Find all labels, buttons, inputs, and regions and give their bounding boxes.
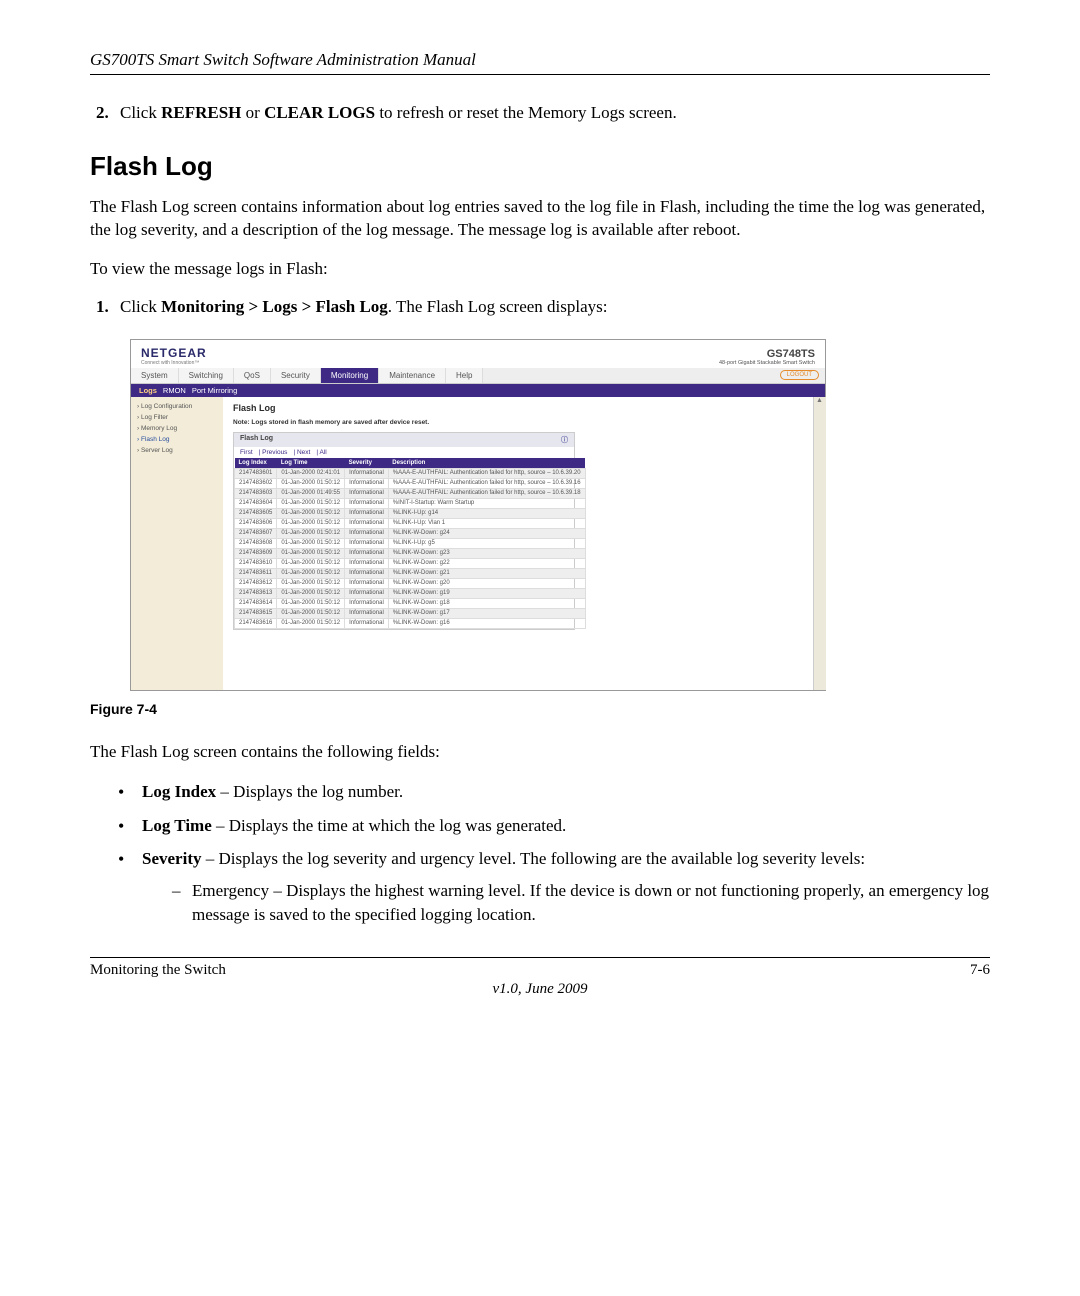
fields-lead: The Flash Log screen contains the follow… <box>90 741 990 764</box>
tab-security[interactable]: Security <box>271 368 321 383</box>
logout-button[interactable]: LOGOUT <box>780 370 819 380</box>
tab-system[interactable]: System <box>131 368 179 383</box>
field-list: Log Index – Displays the log number. Log … <box>118 780 990 927</box>
subtab-rmon[interactable]: RMON <box>163 386 186 395</box>
subtab-logs[interactable]: Logs <box>139 386 157 395</box>
tab-switching[interactable]: Switching <box>179 368 234 383</box>
section-heading-flash-log: Flash Log <box>90 151 990 182</box>
table-row: 214748361401-Jan-2000 01:50:12Informatio… <box>235 598 586 608</box>
intro-paragraph: The Flash Log screen contains informatio… <box>90 196 990 242</box>
tab-help[interactable]: Help <box>446 368 483 383</box>
sidebar: › Log Configuration › Log Filter › Memory … <box>131 397 223 690</box>
table-row: 214748360601-Jan-2000 01:50:12Informatio… <box>235 518 586 528</box>
sidebar-item-log-configuration[interactable]: › Log Configuration <box>137 403 217 410</box>
table-row: 214748361101-Jan-2000 01:50:12Informatio… <box>235 568 586 578</box>
pager-first[interactable]: First <box>240 449 253 456</box>
main-panel: Flash Log Note: Logs stored in flash mem… <box>223 397 825 690</box>
table-row: 214748361601-Jan-2000 01:50:12Informatio… <box>235 618 586 628</box>
lead-sentence: To view the message logs in Flash: <box>90 258 990 281</box>
table-row: 214748361301-Jan-2000 01:50:12Informatio… <box>235 588 586 598</box>
flash-note: Note: Logs stored in flash memory are sa… <box>233 419 815 426</box>
device-model: GS748TS <box>719 348 815 360</box>
pager-all[interactable]: All <box>319 449 326 456</box>
sub-tabs: Logs RMON Port Mirroring <box>131 384 825 397</box>
field-bullet: Severity – Displays the log severity and… <box>118 847 990 926</box>
col-description: Description <box>388 458 585 469</box>
scrollbar[interactable] <box>813 397 826 690</box>
step-1: 1. Click Monitoring > Logs > Flash Log. … <box>96 297 990 317</box>
log-table: Log IndexLog TimeSeverityDescription2147… <box>234 458 586 629</box>
footer-left: Monitoring the Switch <box>90 962 226 979</box>
sidebar-item-server-log[interactable]: › Server Log <box>137 447 217 454</box>
panel-title: Flash Log <box>233 403 815 413</box>
table-row: 214748361501-Jan-2000 01:50:12Informatio… <box>235 608 586 618</box>
brand-logo: NETGEAR <box>141 346 207 360</box>
tab-maintenance[interactable]: Maintenance <box>379 368 446 383</box>
tab-qos[interactable]: QoS <box>234 368 271 383</box>
table-row: 214748360901-Jan-2000 01:50:12Informatio… <box>235 548 586 558</box>
doc-header: GS700TS Smart Switch Software Administra… <box>90 50 990 70</box>
inner-panel-title: Flash Log <box>240 435 273 445</box>
tab-monitoring[interactable]: Monitoring <box>321 368 379 383</box>
help-icon[interactable]: ⓘ <box>561 435 568 445</box>
step-number: 2. <box>96 103 120 123</box>
main-tabs: SystemSwitchingQoSSecurityMonitoringMain… <box>131 368 825 384</box>
table-row: 214748360801-Jan-2000 01:50:12Informatio… <box>235 538 586 548</box>
step-text: Click REFRESH or CLEAR LOGS to refresh o… <box>120 103 990 123</box>
sidebar-item-log-filter[interactable]: › Log Filter <box>137 414 217 421</box>
col-log-index: Log Index <box>235 458 277 469</box>
table-row: 214748361201-Jan-2000 01:50:12Informatio… <box>235 578 586 588</box>
table-row: 214748360201-Jan-2000 01:50:12Informatio… <box>235 478 586 488</box>
table-row: 214748360401-Jan-2000 01:50:12Informatio… <box>235 498 586 508</box>
table-row: 214748361001-Jan-2000 01:50:12Informatio… <box>235 558 586 568</box>
pager: First| Previous| Next| All <box>234 447 574 458</box>
table-row: 214748360701-Jan-2000 01:50:12Informatio… <box>235 528 586 538</box>
footer-rule <box>90 957 990 958</box>
header-rule <box>90 74 990 75</box>
figure-caption: Figure 7-4 <box>90 701 990 717</box>
step-number: 1. <box>96 297 120 317</box>
table-row: 214748360501-Jan-2000 01:50:12Informatio… <box>235 508 586 518</box>
sidebar-item-memory-log[interactable]: › Memory Log <box>137 425 217 432</box>
field-sub-bullet: Emergency – Displays the highest warning… <box>172 879 990 927</box>
field-bullet: Log Index – Displays the log number. <box>118 780 990 804</box>
step-text: Click Monitoring > Logs > Flash Log. The… <box>120 297 990 317</box>
step-2: 2. Click REFRESH or CLEAR LOGS to refres… <box>96 103 990 123</box>
table-row: 214748360301-Jan-2000 01:49:55Informatio… <box>235 488 586 498</box>
pager-next[interactable]: Next <box>297 449 310 456</box>
brand-tagline: Connect with Innovation™ <box>141 360 207 366</box>
footer-right: 7-6 <box>970 962 990 979</box>
sidebar-item-flash-log[interactable]: › Flash Log <box>137 436 217 443</box>
col-severity: Severity <box>345 458 389 469</box>
screenshot-flash-log: NETGEAR Connect with Innovation™ GS748TS… <box>130 339 826 691</box>
field-bullet: Log Time – Displays the time at which th… <box>118 814 990 838</box>
pager-previous[interactable]: Previous <box>262 449 287 456</box>
subtab-port-mirroring[interactable]: Port Mirroring <box>192 386 237 395</box>
col-log-time: Log Time <box>277 458 345 469</box>
footer-version: v1.0, June 2009 <box>90 981 990 998</box>
table-row: 214748360101-Jan-2000 02:41:01Informatio… <box>235 468 586 478</box>
device-model-sub: 48-port Gigabit Stackable Smart Switch <box>719 360 815 366</box>
